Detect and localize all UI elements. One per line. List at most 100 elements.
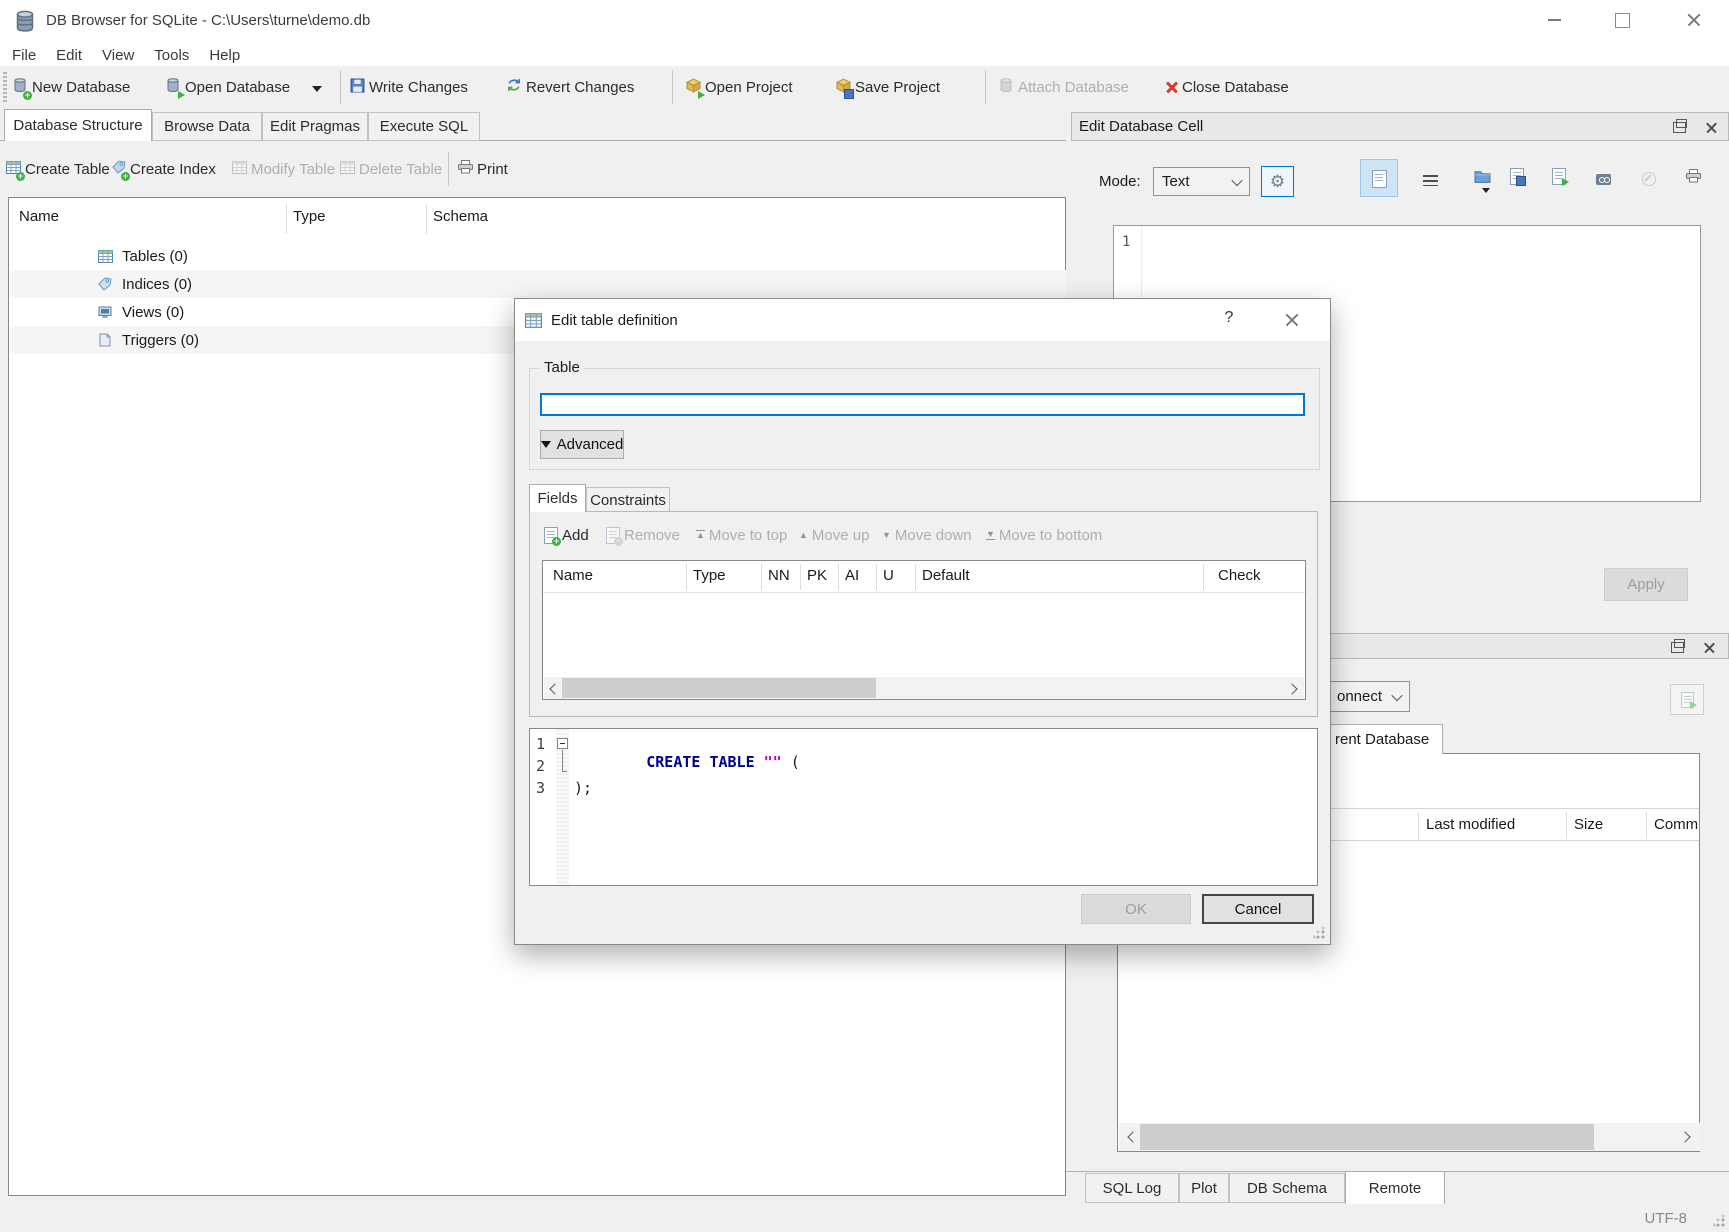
create-table-button[interactable]: + Create Table xyxy=(6,152,110,186)
menu-help[interactable]: Help xyxy=(199,47,250,64)
column-default[interactable]: Default xyxy=(922,567,970,584)
column-pk[interactable]: PK xyxy=(807,567,827,584)
tab-fields[interactable]: Fields xyxy=(529,484,586,512)
write-changes-icon xyxy=(350,78,365,97)
move-up-icon xyxy=(799,531,808,540)
column-last-modified[interactable]: Last modified xyxy=(1426,816,1515,833)
menu-file[interactable]: File xyxy=(2,47,46,64)
open-project-button[interactable]: Open Project xyxy=(686,70,793,104)
column-name[interactable]: Name xyxy=(553,567,593,584)
text-mode-toggle[interactable] xyxy=(1360,159,1398,197)
scroll-right-icon[interactable] xyxy=(1679,1131,1690,1142)
open-in-external-button[interactable] xyxy=(1548,165,1570,187)
scroll-left-icon[interactable] xyxy=(1127,1131,1138,1142)
save-project-button[interactable]: Save Project xyxy=(836,70,940,104)
tab-plot[interactable]: Plot xyxy=(1179,1173,1229,1203)
tree-header-name[interactable]: Name xyxy=(19,208,59,225)
create-index-button[interactable]: + Create Index xyxy=(112,152,216,186)
sql-close: ); xyxy=(574,779,592,797)
tab-constraints[interactable]: Constraints xyxy=(586,487,670,512)
column-ai[interactable]: AI xyxy=(845,567,859,584)
move-down-button[interactable]: Move down xyxy=(882,522,972,548)
tab-browse-data[interactable]: Browse Data xyxy=(152,112,262,141)
close-database-button[interactable]: Close Database xyxy=(1166,70,1289,104)
tab-execute-sql[interactable]: Execute SQL xyxy=(368,112,480,141)
db-browser-window: DB Browser for SQLite - C:\Users\turne\d… xyxy=(0,0,1729,1232)
menu-tools[interactable]: Tools xyxy=(144,47,199,64)
save-project-icon xyxy=(836,78,851,97)
word-wrap-button[interactable] xyxy=(1418,172,1442,188)
close-icon xyxy=(1687,13,1701,27)
float-panel-button[interactable] xyxy=(1669,118,1689,136)
edit-database-cell-title: Edit Database Cell xyxy=(1079,118,1203,135)
close-panel-button[interactable] xyxy=(1699,638,1719,656)
column-size[interactable]: Size xyxy=(1574,816,1603,833)
attach-database-button[interactable]: Attach Database xyxy=(998,70,1129,104)
scroll-right-icon[interactable] xyxy=(1286,683,1297,694)
copy-link-button[interactable] xyxy=(1592,172,1614,186)
menu-edit[interactable]: Edit xyxy=(46,47,92,64)
mode-select[interactable]: Text xyxy=(1153,167,1250,196)
tab-database-structure[interactable]: Database Structure xyxy=(4,109,152,141)
float-panel-button[interactable] xyxy=(1667,638,1687,656)
help-button[interactable]: ? xyxy=(1215,309,1243,327)
remove-field-button[interactable]: − Remove xyxy=(606,522,680,548)
print-cell-button[interactable] xyxy=(1682,166,1704,186)
ok-button[interactable]: OK xyxy=(1081,894,1191,924)
toolbar-drag-handle[interactable] xyxy=(3,72,7,102)
write-changes-button[interactable]: Write Changes xyxy=(350,70,468,104)
tab-remote[interactable]: Remote xyxy=(1345,1171,1445,1204)
scrollbar-thumb[interactable] xyxy=(1140,1124,1594,1150)
import-data-button[interactable] xyxy=(1470,166,1494,186)
column-commit[interactable]: Comm xyxy=(1654,816,1698,833)
column-check[interactable]: Check xyxy=(1218,567,1261,584)
add-field-button[interactable]: + Add xyxy=(544,522,589,548)
advanced-button[interactable]: Advanced xyxy=(540,430,624,459)
tab-edit-pragmas[interactable]: Edit Pragmas xyxy=(262,112,368,141)
modify-table-button[interactable]: Modify Table xyxy=(232,152,335,186)
horizontal-scrollbar[interactable] xyxy=(1119,1123,1700,1151)
dialog-resize-grip[interactable] xyxy=(1313,927,1325,939)
cancel-button[interactable]: Cancel xyxy=(1202,894,1314,924)
open-database-dropdown[interactable] xyxy=(312,92,322,109)
window-title: DB Browser for SQLite - C:\Users\turne\d… xyxy=(46,12,370,29)
fields-horizontal-scrollbar[interactable] xyxy=(544,677,1304,699)
export-data-button[interactable] xyxy=(1506,165,1528,187)
table-name-input[interactable] xyxy=(540,393,1305,416)
chevron-down-icon xyxy=(1482,188,1490,210)
scroll-left-icon[interactable] xyxy=(549,683,560,694)
fields-table: Name Type NN PK AI U Default Check xyxy=(542,560,1306,700)
delete-table-button[interactable]: Delete Table xyxy=(340,152,442,186)
column-type[interactable]: Type xyxy=(693,567,726,584)
close-panel-button[interactable] xyxy=(1701,118,1721,136)
revert-changes-button[interactable]: Revert Changes xyxy=(506,70,634,104)
maximize-button[interactable] xyxy=(1602,5,1642,35)
minimize-button[interactable] xyxy=(1534,5,1574,35)
menu-view[interactable]: View xyxy=(92,47,144,64)
move-up-button[interactable]: Move up xyxy=(799,522,869,548)
set-null-button[interactable] xyxy=(1638,171,1660,187)
tree-item-indices[interactable]: Indices (0) xyxy=(10,270,1066,298)
auto-detect-format-button[interactable] xyxy=(1261,166,1294,197)
tab-sql-log[interactable]: SQL Log xyxy=(1085,1173,1179,1203)
remote-upload-button[interactable] xyxy=(1670,684,1704,715)
close-window-button[interactable] xyxy=(1674,5,1714,35)
tab-db-schema[interactable]: DB Schema xyxy=(1229,1173,1345,1203)
create-table-icon: + xyxy=(6,161,21,178)
new-database-button[interactable]: + New Database xyxy=(12,70,130,104)
fold-marker-icon[interactable] xyxy=(557,738,568,749)
tree-item-tables[interactable]: Tables (0) xyxy=(10,242,1066,270)
apply-button[interactable]: Apply xyxy=(1604,568,1688,601)
move-to-bottom-button[interactable]: Move to bottom xyxy=(986,522,1102,548)
resize-grip[interactable] xyxy=(1713,1215,1725,1227)
import-dropdown[interactable] xyxy=(1482,193,1490,210)
gear-icon xyxy=(1270,172,1285,192)
column-u[interactable]: U xyxy=(883,567,894,584)
print-button[interactable]: Print xyxy=(458,152,508,186)
scrollbar-thumb[interactable] xyxy=(562,678,876,698)
move-to-top-button[interactable]: Move to top xyxy=(696,522,787,548)
tree-header-type[interactable]: Type xyxy=(293,208,326,225)
open-database-button[interactable]: Open Database xyxy=(165,70,290,104)
column-nn[interactable]: NN xyxy=(768,567,790,584)
tree-header-schema[interactable]: Schema xyxy=(433,208,488,225)
